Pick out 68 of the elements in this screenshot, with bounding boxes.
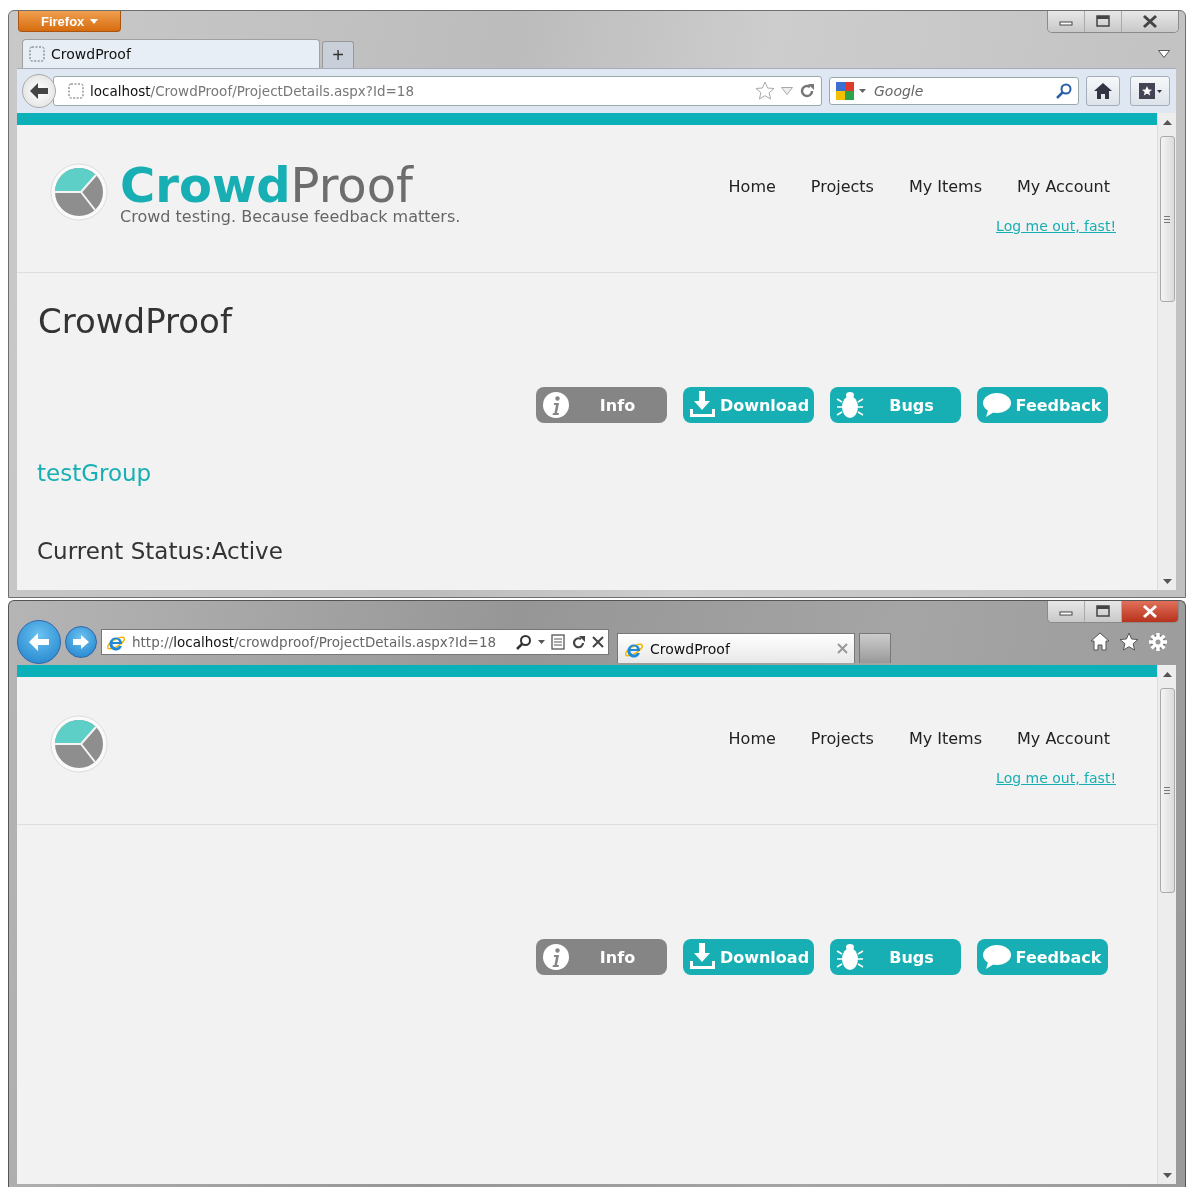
- favorites-star-icon[interactable]: [1119, 632, 1139, 652]
- tab-list-icon[interactable]: [1158, 50, 1170, 58]
- nav-link[interactable]: My Account: [1017, 729, 1110, 748]
- nav-link[interactable]: Home: [728, 177, 776, 196]
- blank-page-icon: [68, 83, 84, 99]
- scroll-down-icon[interactable]: [1162, 1173, 1172, 1179]
- scrollbar-thumb[interactable]: [1159, 688, 1175, 893]
- scroll-down-icon[interactable]: [1162, 579, 1172, 585]
- info-button[interactable]: Info: [536, 387, 667, 423]
- new-tab-button[interactable]: +: [322, 41, 354, 68]
- back-button[interactable]: [17, 620, 61, 664]
- url-text: http://localhost/crowdproof/ProjectDetails.aspx?Id=18: [132, 634, 498, 650]
- bookmark-star-icon[interactable]: [755, 81, 775, 101]
- page-heading: CrowdProof: [38, 301, 234, 341]
- home-icon[interactable]: [1090, 632, 1110, 652]
- forward-arrow-icon: [73, 635, 89, 649]
- bug-icon: [834, 941, 866, 973]
- logo-icon: [50, 715, 108, 773]
- info-icon: [540, 389, 572, 421]
- address-field[interactable]: localhost/CrowdProof/ProjectDetails.aspx?Id=18: [53, 76, 822, 106]
- nav-link[interactable]: Projects: [810, 177, 874, 196]
- close-icon[interactable]: [1121, 11, 1178, 32]
- close-icon[interactable]: [1121, 601, 1178, 622]
- settings-icon[interactable]: [1148, 632, 1168, 652]
- nav-link[interactable]: Home: [728, 729, 776, 748]
- caret-icon: [90, 18, 99, 24]
- address-field[interactable]: http://localhost/crowdproof/ProjectDetails.aspx?Id=18: [101, 629, 609, 655]
- url-text: localhost/CrowdProof/ProjectDetails.aspx?Id=18: [90, 83, 416, 99]
- home-icon: [1094, 83, 1112, 99]
- back-arrow-icon: [28, 633, 50, 651]
- search-icon[interactable]: [516, 634, 532, 650]
- bookmarks-icon: [1138, 82, 1162, 100]
- dropdown-icon[interactable]: [538, 640, 545, 644]
- scroll-up-icon[interactable]: [1162, 119, 1172, 125]
- grip-icon: [1164, 215, 1170, 223]
- scrollbar-thumb[interactable]: [1159, 136, 1175, 302]
- new-tab-button[interactable]: [859, 633, 891, 663]
- logo-icon: [50, 163, 108, 221]
- info-icon: [540, 941, 572, 973]
- browser-tab[interactable]: CrowdProof: [22, 39, 320, 68]
- status-text: Current Status:Active: [37, 538, 284, 564]
- search-field[interactable]: Google: [829, 77, 1079, 105]
- info-button[interactable]: Info: [536, 939, 667, 975]
- browser-tab[interactable]: CrowdProof: [617, 633, 855, 663]
- search-icon[interactable]: [1056, 83, 1072, 99]
- bookmarks-button[interactable]: [1130, 76, 1170, 106]
- close-tab-icon[interactable]: [837, 643, 848, 654]
- maximize-icon[interactable]: [1084, 11, 1121, 32]
- back-arrow-icon: [29, 83, 49, 99]
- reload-icon[interactable]: [799, 83, 815, 99]
- blank-page-icon: [29, 46, 45, 62]
- compatibility-icon[interactable]: [551, 634, 565, 650]
- stop-icon[interactable]: [592, 636, 604, 648]
- back-button[interactable]: [22, 74, 56, 108]
- bug-icon: [834, 389, 866, 421]
- nav-link[interactable]: My Items: [908, 729, 983, 748]
- refresh-icon[interactable]: [571, 634, 586, 650]
- maximize-icon[interactable]: [1084, 601, 1121, 622]
- nav-link[interactable]: My Items: [908, 177, 983, 196]
- home-button[interactable]: [1086, 76, 1120, 106]
- grip-icon: [1164, 787, 1170, 794]
- forward-button[interactable]: [65, 626, 97, 658]
- nav-link[interactable]: Projects: [810, 729, 874, 748]
- google-icon[interactable]: [835, 81, 855, 101]
- nav-link[interactable]: My Account: [1017, 177, 1110, 196]
- scroll-up-icon[interactable]: [1162, 671, 1172, 677]
- tagline: Crowd testing. Because feedback matters.: [120, 207, 461, 226]
- dropdown-icon[interactable]: [859, 89, 866, 93]
